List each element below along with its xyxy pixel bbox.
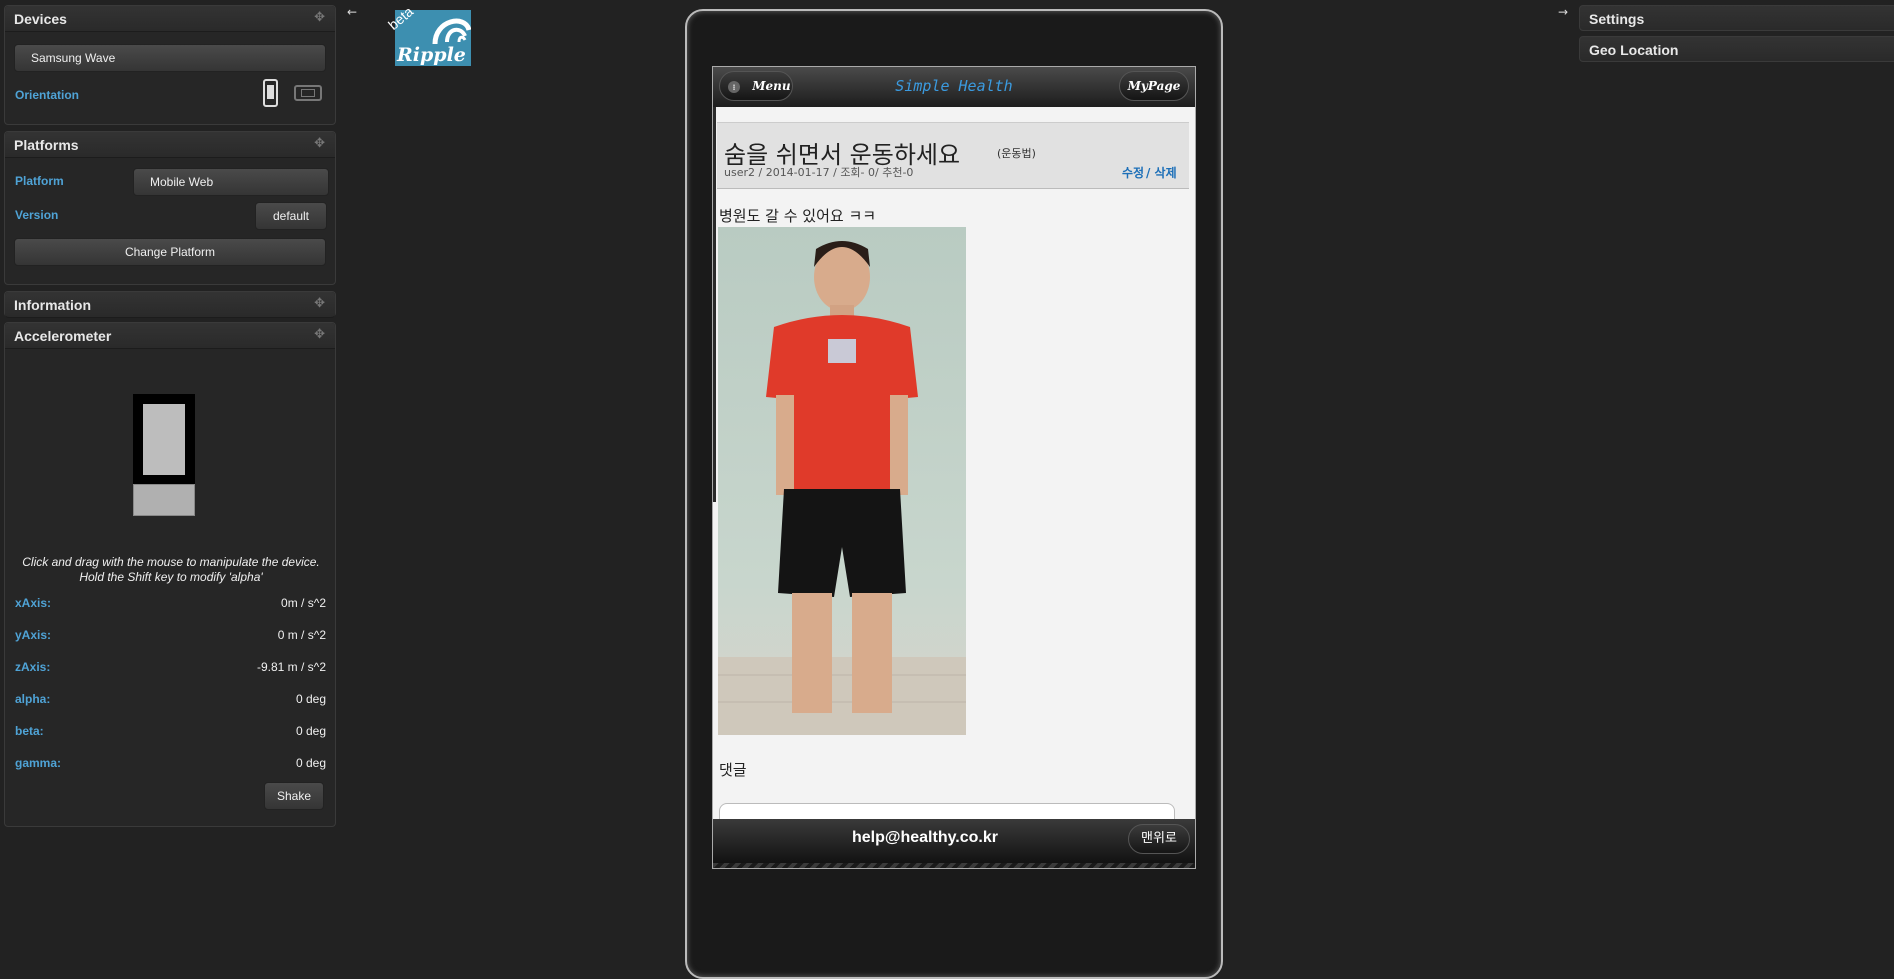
accelerometer-panel-title: Accelerometer [14,328,112,344]
post-meta: user2 / 2014-01-17 / 조회- 0/ 추천-0 [724,166,914,179]
alpha-label: alpha: [15,692,51,706]
accelerometer-instructions: Click and drag with the mouse to manipul… [5,555,337,585]
back-to-top-button[interactable]: 맨위로 [1128,824,1190,854]
post-body-text: 병원도 갈 수 있어요 ㅋㅋ [719,207,877,225]
post-header: 숨을 쉬면서 운동하세요 (운동법) user2 / 2014-01-17 / … [717,122,1189,189]
expand-icon[interactable]: ✥ [314,136,325,151]
comments-heading: 댓글 [719,761,747,779]
platforms-panel: Platforms ✥ Platform Mobile Web Version … [4,131,336,285]
information-panel-title: Information [14,297,91,313]
footer-email: help@healthy.co.kr [851,829,998,846]
settings-panel-header[interactable]: Settings [1579,5,1894,31]
yaxis-value: 0 m / s^2 [277,628,326,642]
devices-panel: Devices ✥ Samsung Wave Orientation [4,5,336,125]
zaxis-label: zAxis: [15,660,51,674]
delete-link[interactable]: / 삭제 [1146,164,1177,181]
portrait-orientation-icon[interactable] [263,79,278,107]
person-photo-icon [718,241,966,735]
instructions-line-1: Click and drag with the mouse to manipul… [22,555,320,569]
devices-panel-title: Devices [14,11,67,27]
post-image [718,227,966,735]
collapse-right-arrow-icon[interactable]: → [1556,5,1570,19]
xaxis-label: xAxis: [15,596,52,610]
device-select[interactable]: Samsung Wave [14,44,326,72]
orientation-label: Orientation [15,88,80,102]
expand-icon[interactable]: ✥ [314,10,325,25]
geo-location-panel-header[interactable]: Geo Location [1579,36,1894,62]
change-platform-button[interactable]: Change Platform [14,238,326,266]
version-select[interactable]: default [255,202,327,230]
ripple-logo-text: Ripple [397,44,466,66]
devices-panel-header[interactable]: Devices ✥ [5,6,335,32]
shake-button[interactable]: Shake [264,782,324,810]
platforms-panel-header[interactable]: Platforms ✥ [5,132,335,158]
gamma-value: 0 deg [295,756,326,770]
expand-icon[interactable]: ✥ [314,296,325,311]
platforms-panel-title: Platforms [14,137,79,153]
gamma-label: gamma: [15,756,62,770]
app-header: ⁝ Menu Simple Health MyPage [713,67,1195,107]
edit-link[interactable]: 수정 [1122,164,1144,181]
alpha-value: 0 deg [295,692,326,706]
geo-location-panel-title: Geo Location [1589,42,1679,58]
mypage-button[interactable]: MyPage [1119,71,1189,101]
footer-stripe [713,863,1195,868]
app-footer: help@healthy.co.kr 맨위로 [713,819,1195,868]
platform-label: Platform [15,174,64,188]
expand-icon[interactable]: ✥ [314,327,325,342]
xaxis-value: 0m / s^2 [281,596,326,610]
settings-panel-title: Settings [1589,11,1645,27]
version-label: Version [15,208,59,222]
instructions-line-2: Hold the Shift key to modify 'alpha' [79,570,263,584]
yaxis-label: yAxis: [15,628,52,642]
beta-label: beta: [15,724,44,738]
post-category: (운동법) [997,147,1036,160]
zaxis-value: -9.81 m / s^2 [257,660,326,674]
beta-value: 0 deg [295,724,326,738]
landscape-orientation-icon[interactable] [294,85,322,101]
ripple-logo: Ripple beta [385,3,473,68]
device-3d-model[interactable] [133,394,195,518]
accelerometer-panel-header[interactable]: Accelerometer ✥ [5,323,335,349]
content-left-border [713,107,716,502]
platform-select[interactable]: Mobile Web [133,168,329,196]
information-panel-header[interactable]: Information ✥ [5,292,335,318]
device-screen: ⁝ Menu Simple Health MyPage 숨을 쉬면서 운동하세요… [712,66,1196,869]
collapse-left-arrow-icon[interactable]: ← [345,5,359,19]
information-panel: Information ✥ [4,291,336,318]
accelerometer-panel: Accelerometer ✥ Click and drag with the … [4,322,336,827]
